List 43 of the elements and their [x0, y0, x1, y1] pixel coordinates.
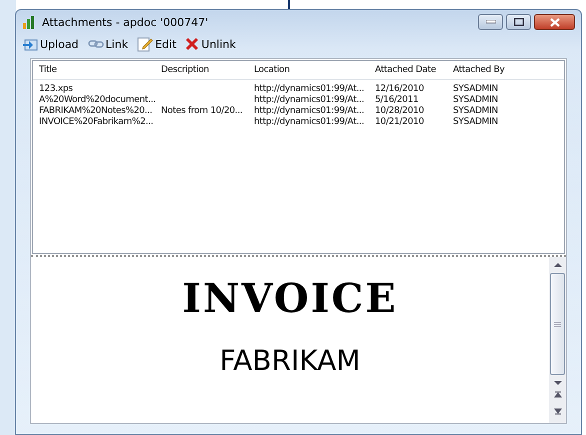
scroll-up-icon[interactable] — [552, 261, 562, 269]
maximize-button[interactable] — [506, 14, 531, 30]
table-cell-text: INVOICE%20Fabrikam%2... — [39, 116, 154, 126]
table-cell-text: SYSADMIN — [453, 94, 499, 104]
window-title: Attachments - apdoc '000747' — [42, 16, 208, 28]
table-cell-text: http://dynamics01:99/At... — [254, 84, 366, 94]
close-icon — [550, 18, 560, 26]
table-cell-text: 5/16/2011 — [375, 94, 420, 104]
column-header[interactable]: Attached By — [453, 65, 519, 75]
table-cell-text: 10/21/2010 — [375, 116, 425, 126]
table-cell-text: 10/28/2010 — [375, 106, 425, 116]
upload-button[interactable]: Upload — [20, 37, 81, 51]
upload-icon — [22, 37, 38, 51]
table-cell-text: SYSADMIN — [453, 84, 499, 94]
table-cell-text: SYSADMIN — [453, 116, 499, 126]
table-cell-text: Notes from 10/20... — [161, 106, 244, 116]
scrollbar[interactable] — [549, 257, 566, 423]
column-header[interactable]: Description — [161, 65, 254, 75]
column-header[interactable]: Title — [39, 65, 161, 75]
pencil-icon — [137, 36, 154, 52]
table-cell-text: FABRIKAM%20Notes%20... — [39, 106, 154, 116]
grip-icon — [554, 322, 561, 326]
minimize-icon — [486, 20, 496, 24]
maximize-icon — [514, 18, 524, 26]
scroll-down-icon[interactable] — [552, 379, 562, 387]
edit-button[interactable]: Edit — [135, 36, 178, 52]
link-button[interactable]: Link — [86, 38, 130, 50]
close-button[interactable] — [534, 14, 575, 30]
table-cell-text: http://dynamics01:99/At... — [254, 94, 366, 104]
table-cell-text: 12/16/2010 — [375, 84, 425, 94]
table-cell-text: http://dynamics01:99/At... — [254, 106, 366, 116]
column-header[interactable]: Location — [254, 65, 375, 75]
chain-link-icon — [88, 39, 104, 49]
table-cell-text: SYSADMIN — [453, 106, 499, 116]
minimize-button[interactable] — [478, 14, 503, 30]
unlink-button[interactable]: Unlink — [183, 37, 238, 51]
table-cell-text: http://dynamics01:99/At... — [254, 116, 366, 126]
column-header[interactable]: Attached Date — [375, 65, 453, 75]
invoice-heading: INVOICE — [182, 275, 398, 322]
table-cell-text: 123.xps — [39, 84, 74, 94]
table-cell-text: A%20Word%20document... — [39, 94, 157, 104]
cross-icon — [185, 37, 200, 51]
company-name: FABRIKAM — [220, 344, 360, 377]
